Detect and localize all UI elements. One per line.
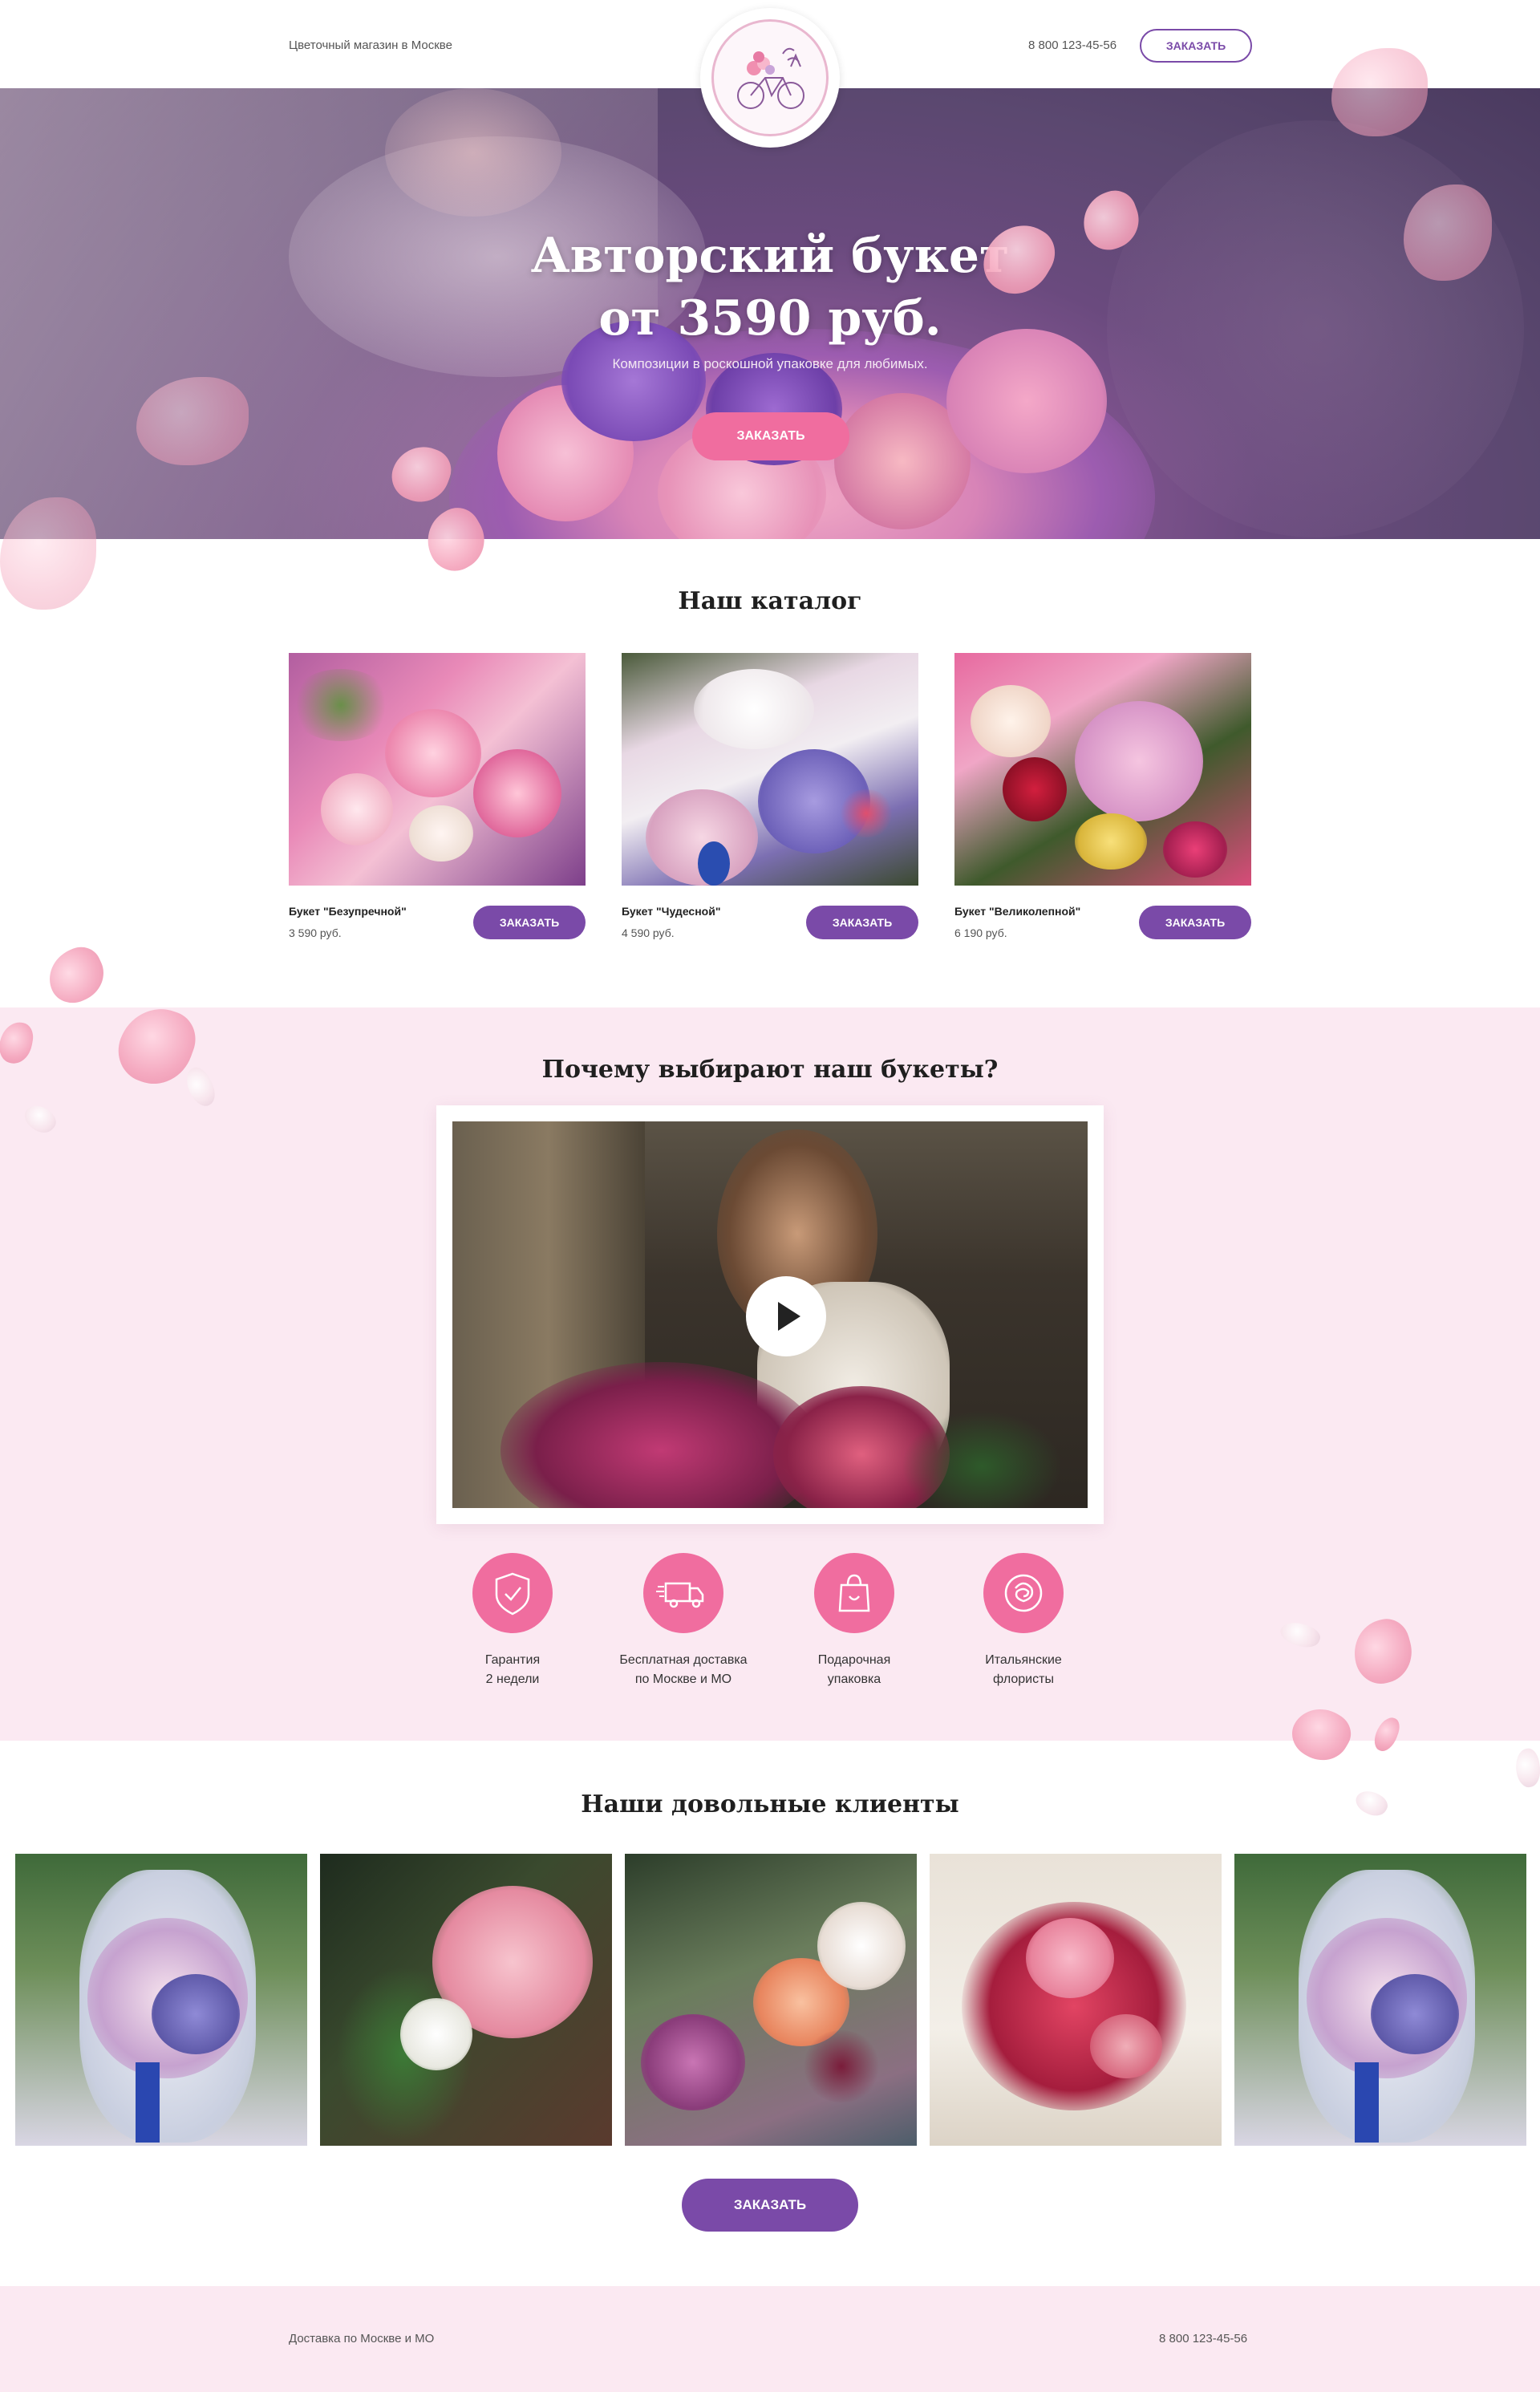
catalog-item-price: 3 590 руб. [289, 926, 342, 939]
shield-check-icon [472, 1553, 553, 1633]
video-player[interactable] [452, 1121, 1088, 1508]
delivery-truck-icon [643, 1553, 723, 1633]
video-frame [436, 1105, 1104, 1524]
hero-hand [385, 88, 561, 217]
logo[interactable] [700, 8, 840, 148]
client-photo[interactable] [1234, 1854, 1526, 2146]
catalog-order-button[interactable]: ЗАКАЗАТЬ [806, 906, 918, 939]
hero-title: Авторский букет от 3590 руб. [0, 225, 1540, 350]
petal-decoration [39, 940, 113, 1011]
header-phone[interactable]: 8 800 123-45-56 [1028, 39, 1116, 52]
bicycle-flowers-logo-icon [711, 19, 829, 136]
hero-subtitle: Композиции в роскошной упаковке для люби… [612, 356, 928, 371]
footer-phone[interactable]: 8 800 123-45-56 [1159, 2332, 1247, 2345]
client-photo[interactable] [320, 1854, 612, 2146]
hero-banner: Авторский букет от 3590 руб. Композиции … [0, 88, 1540, 539]
catalog-item-price: 6 190 руб. [954, 926, 1007, 939]
footer-delivery: Доставка по Москве и МО [289, 2332, 435, 2345]
petal-decoration [1513, 1746, 1540, 1790]
catalog-order-button[interactable]: ЗАКАЗАТЬ [1139, 906, 1251, 939]
clients-title: Наши довольные клиенты [581, 1790, 959, 1818]
hero-title-line1: Авторский букет [530, 228, 1010, 284]
client-photo[interactable] [15, 1854, 307, 2146]
feature-label-guarantee: Гарантия 2 недели [484, 1653, 541, 1686]
site-footer: Доставка по Москве и МО 8 800 123-45-56 [0, 2286, 1540, 2392]
catalog-item-name: Букет "Чудесной" [622, 905, 721, 918]
why-title: Почему выбирают наш букеты? [541, 1056, 999, 1084]
catalog-item-image[interactable] [622, 653, 918, 886]
clients-order-button[interactable]: ЗАКАЗАТЬ [682, 2179, 858, 2232]
hero-order-button[interactable]: ЗАКАЗАТЬ [692, 412, 849, 460]
feature-label-packaging: Подарочная упаковка [817, 1653, 891, 1686]
catalog-title: Наш каталог [678, 587, 862, 615]
play-button[interactable] [746, 1276, 826, 1356]
header-tagline: Цветочный магазин в Москве [289, 39, 452, 52]
catalog-item-price: 4 590 руб. [622, 926, 675, 939]
client-photo[interactable] [930, 1854, 1222, 2146]
rose-icon [983, 1553, 1064, 1633]
catalog-item-name: Букет "Великолепной" [954, 905, 1081, 918]
client-photo[interactable] [625, 1854, 917, 2146]
feature-label-florists: Итальянские флористы [985, 1653, 1062, 1686]
hero-title-line2: от 3590 руб. [598, 290, 942, 347]
hero-peony [946, 329, 1107, 473]
header-order-button[interactable]: ЗАКАЗАТЬ [1140, 29, 1252, 63]
catalog-item-name: Букет "Безупречной" [289, 905, 407, 918]
feature-label-delivery: Бесплатная доставка по Москве и МО [619, 1653, 748, 1686]
catalog-order-button[interactable]: ЗАКАЗАТЬ [473, 906, 586, 939]
play-icon [778, 1302, 800, 1331]
catalog-item-image[interactable] [954, 653, 1251, 886]
gift-bag-icon [814, 1553, 894, 1633]
catalog-item-image[interactable] [289, 653, 586, 886]
